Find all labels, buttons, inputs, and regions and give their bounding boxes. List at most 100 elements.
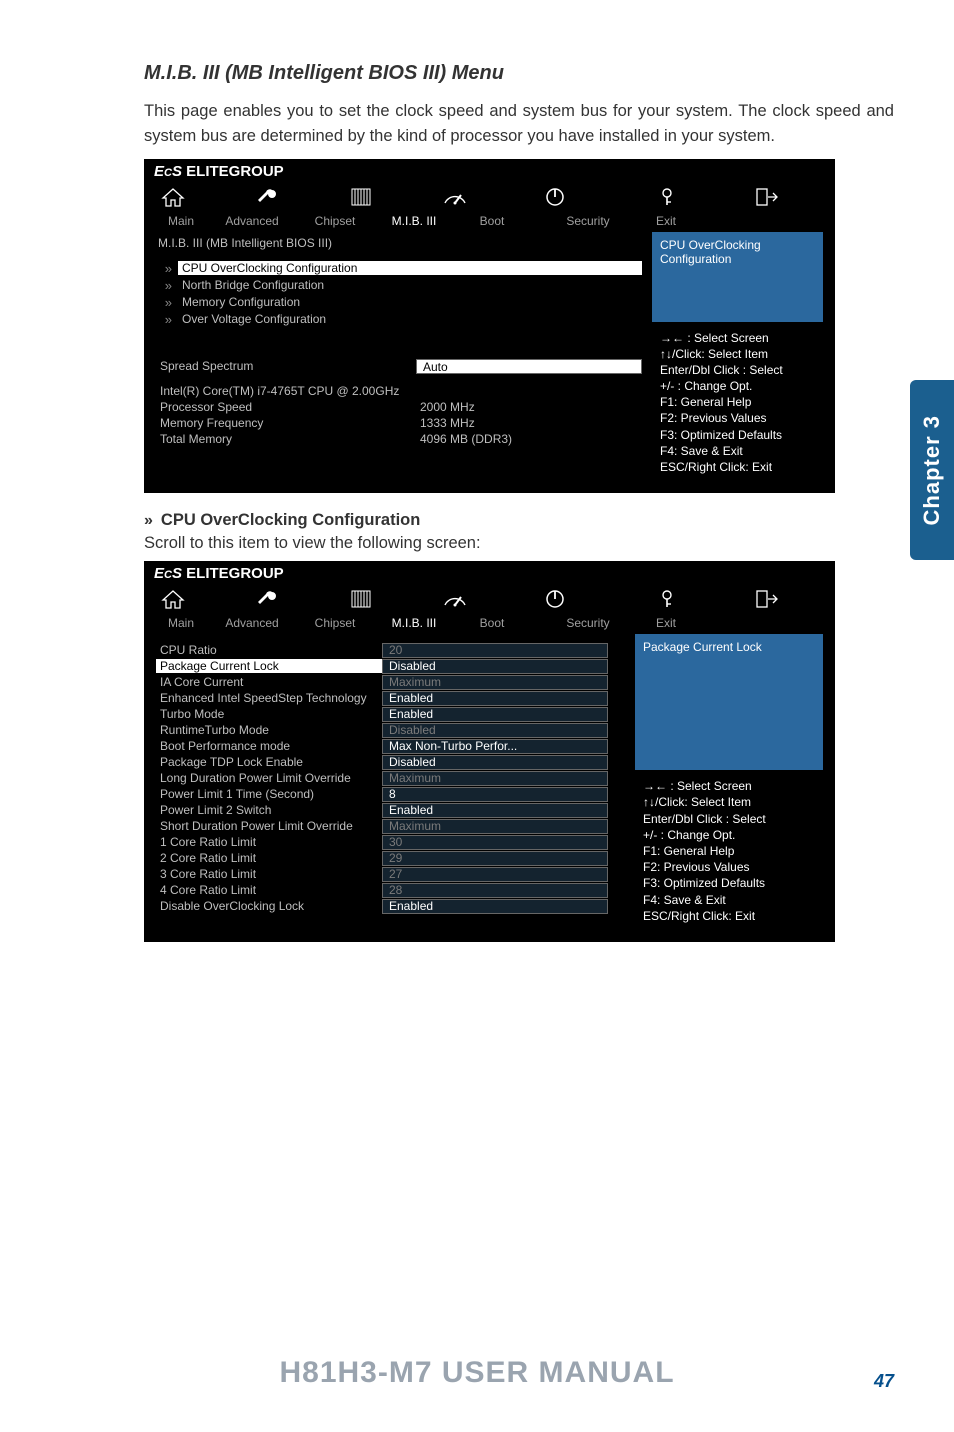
setting-label: Package Current Lock — [156, 659, 382, 673]
tab-advanced: Advanced — [208, 214, 296, 228]
dash-icon — [440, 184, 470, 210]
setting-row: 3 Core Ratio Limit27 — [156, 866, 625, 882]
total-mem-val: 4096 MB (DDR3) — [420, 432, 512, 446]
tab-boot: Boot — [454, 214, 530, 228]
tab-chipset: Chipset — [296, 616, 374, 630]
setting-label: Enhanced Intel SpeedStep Technology — [156, 691, 382, 705]
intro-paragraph: This page enables you to set the clock s… — [144, 99, 894, 149]
setting-value: Maximum — [382, 675, 608, 690]
setting-value: Max Non-Turbo Perfor... — [382, 739, 608, 754]
home-icon — [158, 586, 188, 612]
setting-label: Short Duration Power Limit Override — [156, 819, 382, 833]
chipset-icon — [346, 184, 376, 210]
setting-value: 29 — [382, 851, 608, 866]
setting-value: Disabled — [382, 659, 608, 674]
tab-exit: Exit — [646, 616, 686, 630]
tab-mib: M.I.B. III — [374, 616, 454, 630]
tab-mib: M.I.B. III — [374, 214, 454, 228]
setting-row: 4 Core Ratio Limit28 — [156, 882, 625, 898]
setting-row: CPU Ratio20 — [156, 642, 625, 658]
setting-row: Boot Performance modeMax Non-Turbo Perfo… — [156, 738, 625, 754]
setting-row: 2 Core Ratio Limit29 — [156, 850, 625, 866]
arrow-icon: » — [156, 295, 172, 310]
exit-icon — [752, 184, 782, 210]
setting-value: Enabled — [382, 707, 608, 722]
bios-brand: ELITEGROUP — [186, 565, 284, 582]
tab-main: Main — [154, 214, 208, 228]
wrench-icon — [252, 184, 282, 210]
hints-box: →← : Select Screen ↑↓/Click: Select Item… — [652, 322, 823, 476]
bios-brand: ELITEGROUP — [186, 163, 284, 180]
setting-row: Package Current LockDisabled — [156, 658, 625, 674]
setting-row: Disable OverClocking LockEnabled — [156, 898, 625, 914]
sub-heading: CPU OverClocking Configuration — [161, 511, 420, 530]
setting-value: 28 — [382, 883, 608, 898]
setting-label: 2 Core Ratio Limit — [156, 851, 382, 865]
chipset-icon — [346, 586, 376, 612]
setting-value: Disabled — [382, 723, 608, 738]
setting-label: RuntimeTurbo Mode — [156, 723, 382, 737]
setting-value: Enabled — [382, 803, 608, 818]
dash-icon — [440, 586, 470, 612]
setting-label: Package TDP Lock Enable — [156, 755, 382, 769]
mem-freq-label: Memory Frequency — [160, 416, 420, 430]
setting-row: Short Duration Power Limit OverrideMaxim… — [156, 818, 625, 834]
arrow-icon: » — [156, 312, 172, 327]
tab-main: Main — [154, 616, 208, 630]
power-icon — [540, 184, 570, 210]
setting-label: Power Limit 2 Switch — [156, 803, 382, 817]
chapter-tab: Chapter 3 — [910, 380, 954, 560]
help-box: CPU OverClocking Configuration — [652, 232, 823, 322]
setting-label: CPU Ratio — [156, 643, 382, 657]
bios-screenshot-2: ECS ELITEGROUP Main Advanced Chipset M.I… — [144, 561, 835, 942]
home-icon — [158, 184, 188, 210]
proc-speed-label: Processor Speed — [160, 400, 420, 414]
section-title: M.I.B. III (MB Intelligent BIOS III) — [156, 232, 642, 254]
proc-speed-val: 2000 MHz — [420, 400, 475, 414]
cpu-info: Intel(R) Core(TM) i7-4765T CPU @ 2.00GHz — [160, 384, 420, 398]
setting-spread-spectrum-label: Spread Spectrum — [156, 359, 416, 373]
setting-label: Long Duration Power Limit Override — [156, 771, 382, 785]
power-icon — [540, 586, 570, 612]
setting-label: IA Core Current — [156, 675, 382, 689]
tab-boot: Boot — [454, 616, 530, 630]
setting-value: 8 — [382, 787, 608, 802]
setting-value: Enabled — [382, 899, 608, 914]
exit-icon — [752, 586, 782, 612]
setting-label: 4 Core Ratio Limit — [156, 883, 382, 897]
setting-spread-spectrum-value: Auto — [416, 359, 642, 374]
bios-screenshot-1: ECS ELITEGROUP Main Advanced Chipset M.I… — [144, 159, 835, 494]
menu-item-cpu-oc: CPU OverClocking Configuration — [178, 261, 642, 275]
tab-security: Security — [530, 616, 646, 630]
setting-label: 1 Core Ratio Limit — [156, 835, 382, 849]
wrench-icon — [252, 586, 282, 612]
tab-chipset: Chipset — [296, 214, 374, 228]
setting-row: Long Duration Power Limit OverrideMaximu… — [156, 770, 625, 786]
setting-label: Boot Performance mode — [156, 739, 382, 753]
mem-freq-val: 1333 MHz — [420, 416, 475, 430]
setting-label: 3 Core Ratio Limit — [156, 867, 382, 881]
setting-value: 27 — [382, 867, 608, 882]
setting-row: Power Limit 1 Time (Second)8 — [156, 786, 625, 802]
setting-value: Maximum — [382, 819, 608, 834]
setting-value: Disabled — [382, 755, 608, 770]
sub-text: Scroll to this item to view the followin… — [144, 534, 894, 553]
setting-row: Enhanced Intel SpeedStep TechnologyEnabl… — [156, 690, 625, 706]
tab-advanced: Advanced — [208, 616, 296, 630]
setting-label: Power Limit 1 Time (Second) — [156, 787, 382, 801]
page-heading: M.I.B. III (MB Intelligent BIOS III) Men… — [144, 62, 894, 85]
setting-value: Maximum — [382, 771, 608, 786]
menu-item-nb: North Bridge Configuration — [178, 278, 642, 292]
chapter-label: Chapter 3 — [919, 415, 945, 525]
tab-exit: Exit — [646, 214, 686, 228]
setting-value: 30 — [382, 835, 608, 850]
setting-value: 20 — [382, 643, 608, 658]
menu-item-voltage: Over Voltage Configuration — [178, 312, 642, 326]
setting-label: Disable OverClocking Lock — [156, 899, 382, 913]
key-icon — [652, 586, 682, 612]
total-mem-label: Total Memory — [160, 432, 420, 446]
menu-item-memory: Memory Configuration — [178, 295, 642, 309]
key-icon — [652, 184, 682, 210]
hints-box: →← : Select Screen ↑↓/Click: Select Item… — [635, 770, 823, 924]
arrow-icon: » — [156, 261, 172, 276]
